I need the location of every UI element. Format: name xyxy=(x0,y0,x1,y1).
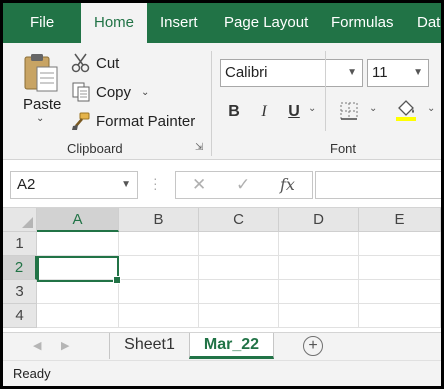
borders-icon xyxy=(340,102,358,120)
tab-formulas[interactable]: Formulas xyxy=(331,3,394,43)
cell[interactable] xyxy=(199,232,279,256)
formula-bar: A2 ▼ · · · ✕ ✓ fx xyxy=(3,160,441,208)
cell[interactable] xyxy=(199,304,279,328)
tab-insert[interactable]: Insert xyxy=(160,3,198,43)
paintbrush-icon xyxy=(70,110,92,132)
tab-data[interactable]: Dat xyxy=(417,3,440,43)
select-all-corner[interactable] xyxy=(3,208,37,232)
cell[interactable] xyxy=(119,256,199,280)
paste-dropdown-chevron-icon[interactable]: ⌄ xyxy=(36,113,44,124)
clipboard-group-label: Clipboard xyxy=(67,141,123,156)
cell[interactable] xyxy=(199,280,279,304)
fill-color-dropdown-chevron-icon[interactable]: ⌄ xyxy=(427,103,435,114)
copy-label: Copy xyxy=(96,83,132,101)
sheet-tab-sheet1[interactable]: Sheet1 xyxy=(109,333,189,359)
font-name-chevron-icon: ▼ xyxy=(347,67,357,78)
tab-home[interactable]: Home xyxy=(81,3,147,43)
cell[interactable] xyxy=(279,232,359,256)
cut-label: Cut xyxy=(96,54,120,72)
cell[interactable] xyxy=(119,304,199,328)
name-box-chevron-icon: ▼ xyxy=(121,179,131,190)
name-box[interactable]: A2 ▼ xyxy=(10,171,138,199)
bold-button[interactable]: B xyxy=(223,99,245,125)
tab-page-layout[interactable]: Page Layout xyxy=(224,3,308,43)
row-header[interactable]: 2 xyxy=(3,256,37,280)
clipboard-dialog-launcher-icon[interactable]: ⇲ xyxy=(195,143,206,154)
cell[interactable] xyxy=(37,232,119,256)
cut-button[interactable]: Cut xyxy=(70,51,119,75)
scissors-icon xyxy=(70,52,92,74)
copy-icon xyxy=(70,81,92,103)
column-header[interactable]: E xyxy=(359,208,441,232)
font-name-select[interactable]: Calibri ▼ xyxy=(220,59,363,87)
column-header[interactable]: D xyxy=(279,208,359,232)
sheet-nav-prev-icon[interactable]: ◀ xyxy=(33,333,41,359)
column-header[interactable]: A xyxy=(37,208,119,232)
cell[interactable] xyxy=(359,280,441,304)
row-header[interactable]: 1 xyxy=(3,232,37,256)
cell[interactable] xyxy=(359,232,441,256)
cell[interactable] xyxy=(279,304,359,328)
font-group-label: Font xyxy=(330,141,357,156)
fill-color-button[interactable] xyxy=(395,98,417,122)
cell[interactable] xyxy=(279,280,359,304)
cell[interactable] xyxy=(37,280,119,304)
insert-function-icon[interactable]: fx xyxy=(280,172,295,198)
cell[interactable] xyxy=(37,304,119,328)
row-header[interactable]: 3 xyxy=(3,280,37,304)
active-cell-a2[interactable] xyxy=(37,256,121,284)
sheet-nav-next-icon[interactable]: ▶ xyxy=(61,333,69,359)
cancel-icon[interactable]: ✕ xyxy=(192,172,206,198)
ribbon-tab-bar: File Home Insert Page Layout Formulas Da… xyxy=(3,3,441,43)
cell[interactable] xyxy=(119,232,199,256)
status-bar: Ready xyxy=(3,360,441,386)
format-painter-button[interactable]: Format Painter xyxy=(70,109,195,133)
row-header[interactable]: 4 xyxy=(3,304,37,328)
underline-button[interactable]: U xyxy=(283,99,305,125)
copy-dropdown-chevron-icon[interactable]: ⌄ xyxy=(141,87,149,98)
copy-button[interactable]: Copy ⌄ xyxy=(70,80,149,104)
underline-dropdown-chevron-icon[interactable]: ⌄ xyxy=(308,103,316,114)
italic-button[interactable]: I xyxy=(253,99,275,125)
font-size-chevron-icon: ▼ xyxy=(413,67,423,78)
cell[interactable] xyxy=(119,280,199,304)
cell[interactable] xyxy=(199,256,279,280)
worksheet-grid: A B C D E 1 2 3 4 xyxy=(3,208,441,332)
fill-color-icon xyxy=(396,100,416,121)
column-header[interactable]: C xyxy=(199,208,279,232)
cell[interactable] xyxy=(359,304,441,328)
formula-bar-grip-icon[interactable]: · · · xyxy=(153,171,159,195)
name-box-value: A2 xyxy=(17,176,36,193)
excel-window: File Home Insert Page Layout Formulas Da… xyxy=(3,3,441,386)
font-name-value: Calibri xyxy=(225,64,268,81)
borders-dropdown-chevron-icon[interactable]: ⌄ xyxy=(369,103,377,114)
group-divider xyxy=(211,51,212,156)
ribbon: Paste ⌄ Cut Copy ⌄ Format Painter Clipbo… xyxy=(3,43,441,160)
tab-file[interactable]: File xyxy=(30,3,54,43)
formula-controls: ✕ ✓ fx xyxy=(175,171,313,199)
cell[interactable] xyxy=(359,256,441,280)
font-divider xyxy=(325,51,326,131)
cell[interactable] xyxy=(279,256,359,280)
sheet-tab-mar-22[interactable]: Mar_22 xyxy=(189,333,274,359)
add-sheet-icon[interactable]: + xyxy=(303,336,323,356)
formula-input[interactable] xyxy=(315,171,441,199)
enter-icon[interactable]: ✓ xyxy=(236,172,250,198)
paste-label[interactable]: Paste xyxy=(23,96,61,113)
sheet-tab-bar: ◀ ▶ Sheet1 Mar_22 + xyxy=(3,332,441,360)
font-size-select[interactable]: 11 ▼ xyxy=(367,59,429,87)
font-size-value: 11 xyxy=(372,64,388,81)
format-painter-label: Format Painter xyxy=(96,112,196,130)
paste-icon xyxy=(24,54,58,92)
borders-button[interactable] xyxy=(340,102,358,120)
column-header[interactable]: B xyxy=(119,208,199,232)
